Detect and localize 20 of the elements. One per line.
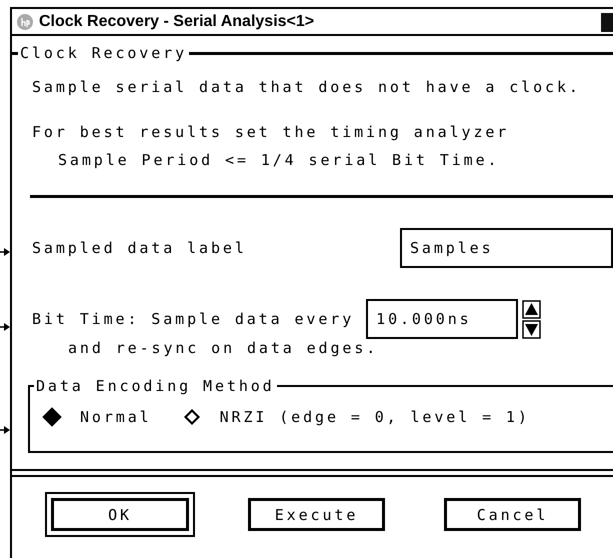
field-label: Sampled data label — [32, 239, 247, 257]
logo-icon — [17, 14, 33, 30]
hint-text: For best results set the timing analyzer Sample Period <= 1/4 serial Bit Time. — [31, 123, 510, 169]
radio-button[interactable] — [42, 407, 62, 427]
section-title: Clock Recovery — [19, 44, 188, 62]
description-text: Sample serial data that does not have a clock. — [31, 78, 582, 96]
increment-button[interactable] — [522, 300, 542, 318]
radio-button[interactable] — [182, 407, 202, 427]
bit-time-input[interactable]: 10.000ns — [366, 299, 518, 339]
dialog-button[interactable]: Cancel — [444, 498, 581, 531]
field-label: Bit Time: Sample data every — [32, 310, 354, 328]
note-text: and re-sync on data edges. — [67, 339, 380, 357]
dialog-button[interactable]: OK — [51, 498, 189, 531]
option-label: Normal — [80, 408, 152, 426]
decrement-button[interactable] — [522, 320, 542, 338]
dialog-button[interactable]: Execute — [248, 498, 385, 531]
window-title: Clock Recovery - Serial Analysis<1> — [39, 12, 314, 30]
group-title: Data Encoding Method — [35, 377, 276, 395]
option-label: NRZI (edge = 0, level = 1) — [220, 408, 530, 426]
label-input[interactable]: Samples — [400, 228, 613, 268]
